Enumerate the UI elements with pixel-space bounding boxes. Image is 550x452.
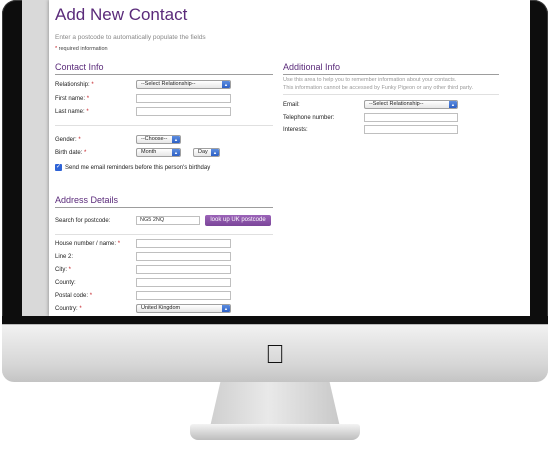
- relationship-label: Relationship: *: [55, 82, 94, 88]
- web-page: [49, 0, 530, 316]
- address-subdivider: [55, 234, 273, 235]
- country-label-text: Country:: [55, 306, 78, 312]
- chevron-updown-icon: ▲: [211, 149, 219, 156]
- chevron-updown-icon: ▲: [172, 149, 180, 156]
- postcode-search-input[interactable]: NG5 2NQ: [136, 216, 200, 225]
- additional-info-description: Use this area to help you to remember in…: [283, 76, 473, 92]
- birthday-reminder-label: Send me email reminders before this pers…: [65, 165, 211, 171]
- address-details-heading: Address Details: [55, 195, 119, 205]
- required-star: *: [89, 293, 93, 299]
- first-name-input[interactable]: [136, 94, 231, 103]
- birth-day-value: Day: [198, 149, 208, 155]
- line2-input[interactable]: [136, 252, 231, 261]
- email-select[interactable]: --Select Relationship-- ▲: [364, 100, 458, 109]
- email-label: Email:: [283, 102, 300, 108]
- postcode-search-label: Search for postcode:: [55, 218, 111, 224]
- city-input[interactable]: [136, 265, 231, 274]
- required-star: *: [91, 82, 94, 88]
- lookup-postcode-button[interactable]: look up UK postcode: [205, 215, 271, 226]
- required-star: *: [78, 137, 81, 143]
- additional-info-heading: Additional Info: [283, 62, 341, 72]
- birthday-reminder-checkbox[interactable]: ✓: [55, 164, 62, 171]
- chevron-updown-icon: ▲: [172, 136, 180, 143]
- last-name-label-text: Last name:: [55, 109, 85, 115]
- birth-date-label-text: Birth date:: [55, 150, 83, 156]
- required-star: *: [84, 150, 87, 156]
- city-label-text: City:: [55, 267, 67, 273]
- telephone-input[interactable]: [364, 113, 458, 122]
- required-note-text: required information: [58, 46, 108, 52]
- contact-info-heading: Contact Info: [55, 62, 104, 72]
- birth-date-label: Birth date: *: [55, 150, 86, 156]
- county-input[interactable]: [136, 278, 231, 287]
- required-note: * required information: [55, 46, 108, 52]
- chevron-updown-icon: ▲: [449, 101, 457, 108]
- gender-select-value: --Choose--: [141, 136, 168, 142]
- birth-month-select[interactable]: Month ▲: [136, 148, 181, 157]
- house-label: House number / name: *: [55, 241, 120, 247]
- screen-bottom-bezel: [2, 316, 548, 324]
- required-star: *: [86, 109, 89, 115]
- relationship-label-text: Relationship:: [55, 82, 90, 88]
- relationship-select-value: --Select Relationship--: [141, 81, 196, 87]
- required-star: *: [68, 267, 72, 273]
- telephone-label: Telephone number:: [283, 115, 335, 121]
- line2-label: Line 2:: [55, 254, 74, 260]
- postcode-hint: Enter a postcode to automatically popula…: [55, 34, 206, 41]
- additional-info-line2: This information cannot be accessed by F…: [283, 85, 474, 91]
- postal-code-label: Postal code: *: [55, 293, 92, 299]
- address-divider: [55, 207, 273, 208]
- first-name-label-text: First name:: [55, 96, 86, 102]
- postal-code-label-text: Postal code:: [55, 293, 89, 299]
- email-select-value: --Select Relationship--: [369, 101, 424, 107]
- interests-label: Interests:: [283, 127, 308, 133]
- contact-info-divider: [55, 74, 273, 75]
- required-star: *: [55, 46, 58, 52]
- house-label-text: House number / name:: [55, 241, 117, 247]
- interests-input[interactable]: [364, 125, 458, 134]
- city-label: City: *: [55, 267, 71, 273]
- required-star: *: [117, 241, 121, 247]
- monitor-base: [190, 424, 360, 440]
- required-star: *: [86, 96, 90, 102]
- monitor-stand: [210, 382, 340, 427]
- gender-label: Gender: *: [55, 137, 81, 143]
- section-divider: [55, 125, 273, 126]
- postal-code-input[interactable]: [136, 291, 231, 300]
- chevron-updown-icon: ▲: [222, 81, 230, 88]
- last-name-input[interactable]: [136, 107, 231, 116]
- country-label: Country: *: [55, 306, 82, 312]
- last-name-label: Last name: *: [55, 109, 89, 115]
- additional-info-line1: Use this area to help you to remember in…: [283, 77, 457, 83]
- gender-select[interactable]: --Choose-- ▲: [136, 135, 181, 144]
- country-select-value: United Kingdom: [141, 305, 181, 311]
- additional-info-subdivider: [283, 94, 499, 95]
- country-select[interactable]: United Kingdom ▲: [136, 304, 231, 313]
- relationship-select[interactable]: --Select Relationship-- ▲: [136, 80, 231, 89]
- required-star: *: [79, 306, 82, 312]
- chevron-updown-icon: ▲: [222, 305, 230, 312]
- apple-logo-icon: : [263, 340, 287, 368]
- additional-info-divider: [283, 74, 499, 75]
- first-name-label: First name: *: [55, 96, 89, 102]
- birth-month-value: Month: [141, 149, 157, 155]
- page-title: Add New Contact: [55, 5, 188, 24]
- gender-label-text: Gender:: [55, 137, 77, 143]
- birth-day-select[interactable]: Day ▲: [193, 148, 220, 157]
- county-label: County:: [55, 280, 76, 286]
- checkmark-icon: ✓: [55, 164, 62, 170]
- house-input[interactable]: [136, 239, 231, 248]
